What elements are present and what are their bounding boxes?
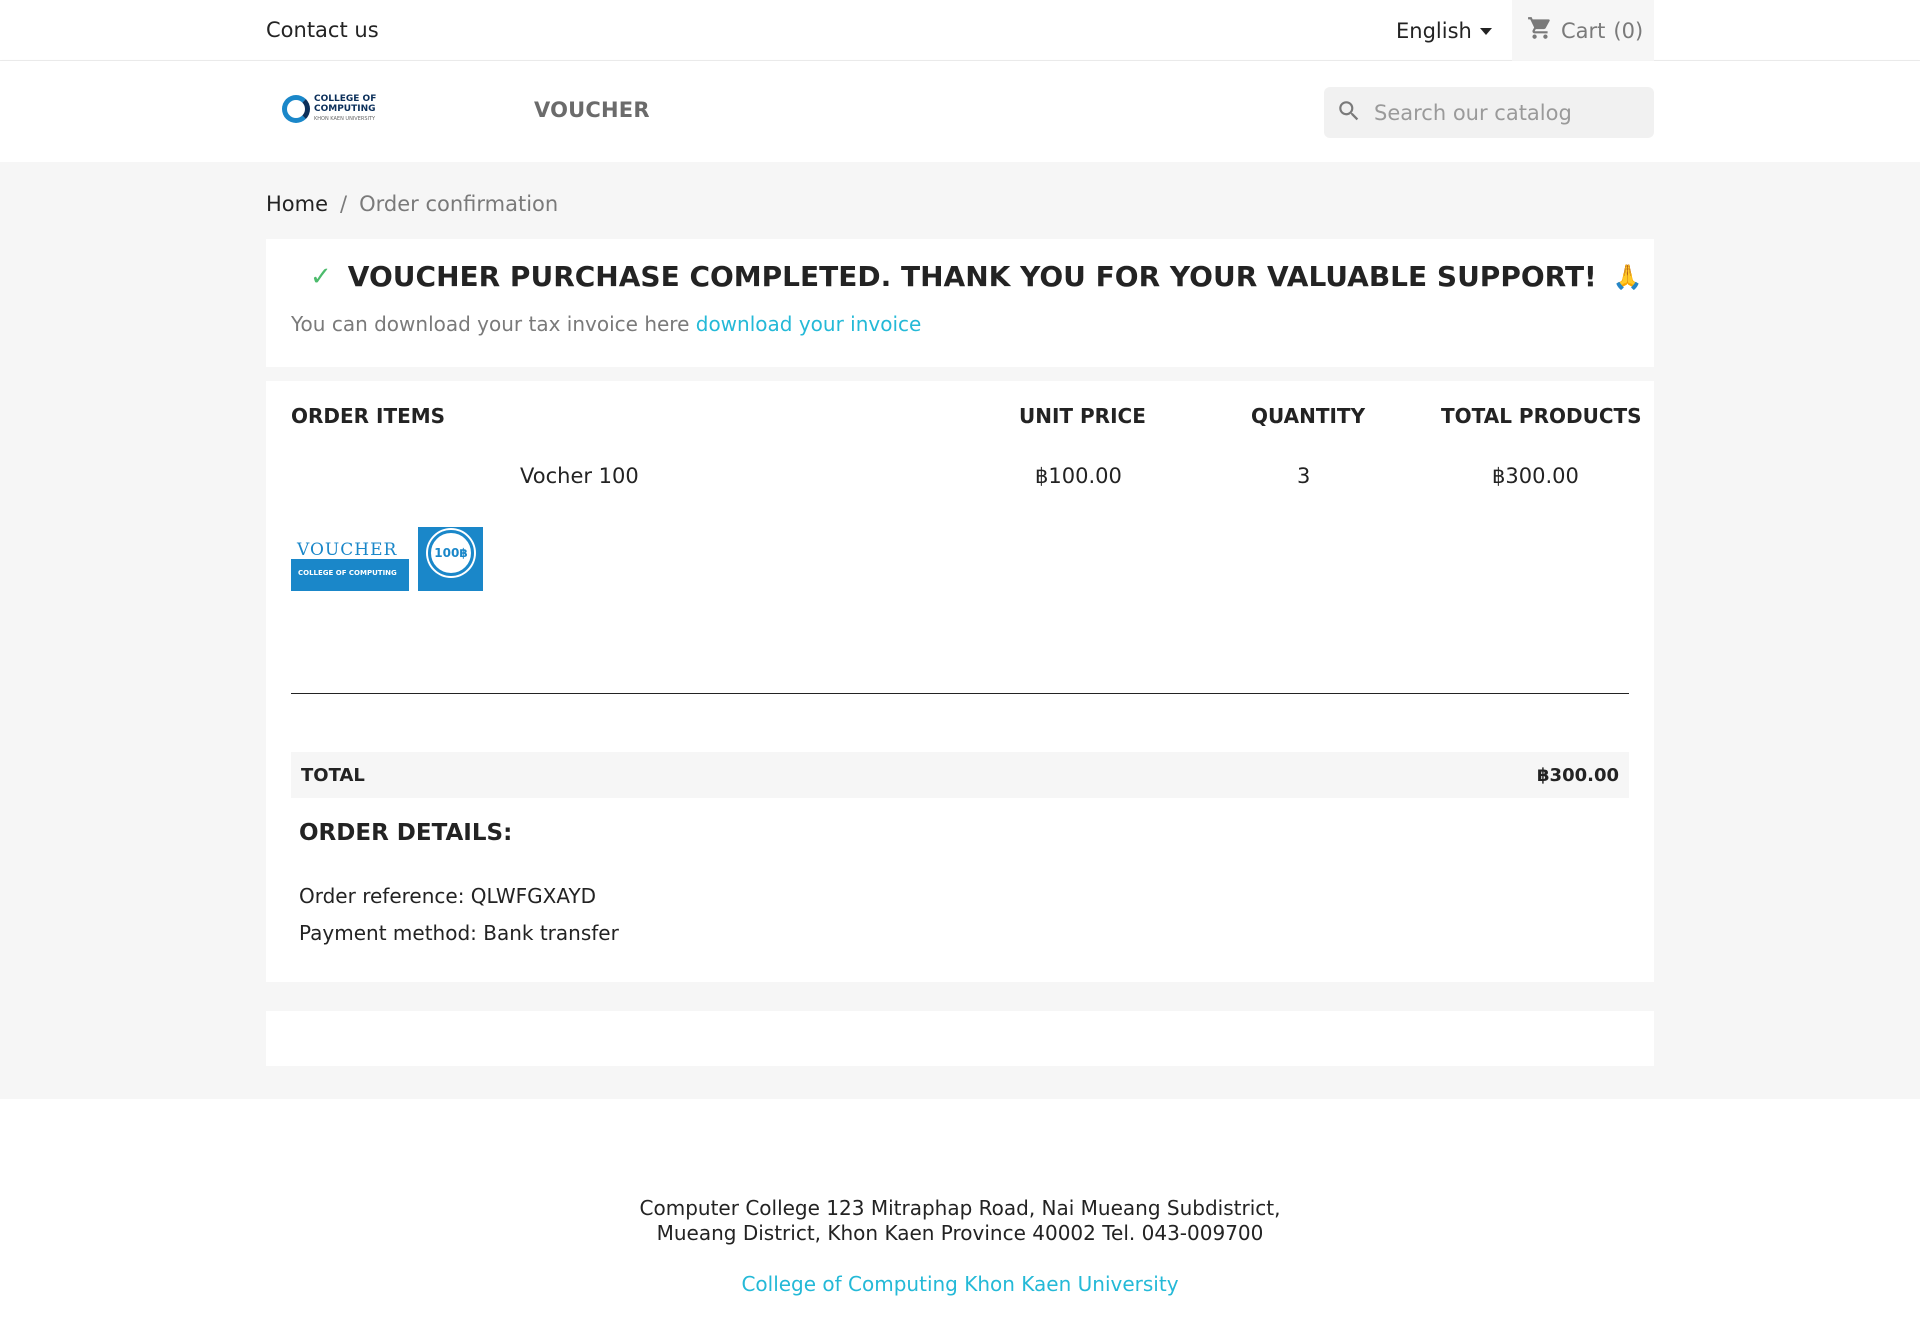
cart-label: Cart: [1561, 18, 1606, 43]
header-quantity: QUANTITY: [1251, 404, 1366, 428]
invoice-line: You can download your tax invoice here d…: [291, 312, 921, 336]
total-row: TOTAL ฿300.00: [291, 752, 1629, 798]
caret-down-icon: [1479, 27, 1492, 35]
header: COLLEGE OF COMPUTING KHON KAEN UNIVERSIT…: [0, 61, 1920, 162]
contact-us-link[interactable]: Contact us: [266, 18, 379, 42]
item-quantity: 3: [1297, 464, 1311, 488]
item-total: ฿300.00: [1492, 464, 1579, 488]
logo-sub: KHON KAEN UNIVERSITY: [314, 116, 376, 122]
menu-item-voucher[interactable]: VOUCHER: [534, 98, 650, 122]
footer-address: Computer College 123 Mitraphap Road, Nai…: [0, 1196, 1920, 1246]
confirmation-card: ✓ VOUCHER PURCHASE COMPLETED. THANK YOU …: [266, 239, 1654, 367]
address-line1: Computer College 123 Mitraphap Road, Nai…: [639, 1196, 1281, 1220]
divider: [291, 693, 1629, 694]
payment-method: Payment method: Bank transfer: [299, 921, 619, 945]
order-items-card: ORDER ITEMS UNIT PRICE QUANTITY TOTAL PR…: [266, 381, 1654, 982]
language-label: English: [1396, 19, 1472, 43]
search-box: [1324, 87, 1654, 138]
cart-button[interactable]: Cart (0): [1512, 0, 1654, 61]
logo-line1: COLLEGE OF: [314, 94, 377, 104]
download-invoice-link[interactable]: download your invoice: [696, 312, 922, 336]
total-label: TOTAL: [301, 764, 365, 786]
invoice-text: You can download your tax invoice here: [291, 312, 690, 336]
order-reference: Order reference: QLWFGXAYD: [299, 884, 597, 908]
top-nav: Contact us English Cart (0): [0, 0, 1920, 61]
breadcrumb-home[interactable]: Home: [266, 192, 328, 216]
confirmation-title: ✓ VOUCHER PURCHASE COMPLETED. THANK YOU …: [310, 260, 1643, 293]
breadcrumb-current: Order confirmation: [359, 192, 559, 216]
search-icon[interactable]: [1336, 98, 1362, 128]
voucher-card-image: VOUCHER COLLEGE OF COMPUTING: [291, 527, 409, 591]
order-details-title: ORDER DETAILS:: [299, 820, 513, 846]
item-name: Vocher 100: [520, 464, 639, 488]
main-content: Home / Order confirmation ✓ VOUCHER PURC…: [0, 162, 1920, 1099]
footer: Computer College 123 Mitraphap Road, Nai…: [0, 1099, 1920, 1320]
voucher-badge-value: 100฿: [428, 530, 474, 576]
logo-line2: COMPUTING: [314, 104, 376, 114]
voucher-college: COLLEGE OF COMPUTING: [298, 569, 397, 577]
item-unit-price: ฿100.00: [1035, 464, 1122, 488]
header-unit-price: UNIT PRICE: [1019, 404, 1146, 428]
search-input[interactable]: [1374, 100, 1644, 125]
site-logo[interactable]: COLLEGE OF COMPUTING KHON KAEN UNIVERSIT…: [282, 94, 376, 124]
footer-college-link[interactable]: College of Computing Khon Kaen Universit…: [0, 1272, 1920, 1296]
empty-card: [266, 1011, 1654, 1066]
product-image: VOUCHER COLLEGE OF COMPUTING 100฿: [291, 527, 483, 591]
total-value: ฿300.00: [1537, 764, 1619, 786]
language-selector[interactable]: English: [1396, 19, 1492, 43]
check-icon: ✓: [310, 261, 332, 292]
voucher-word: VOUCHER: [297, 540, 398, 560]
shopping-cart-icon: [1527, 15, 1553, 46]
address-line2: Mueang District, Khon Kaen Province 4000…: [656, 1221, 1264, 1245]
logo-mark-icon: [282, 95, 310, 123]
praying-hands-icon: 🙏: [1612, 262, 1643, 291]
voucher-badge-image: 100฿: [418, 527, 483, 591]
cart-count: (0): [1613, 18, 1644, 43]
breadcrumb: Home / Order confirmation: [266, 192, 558, 216]
header-order-items: ORDER ITEMS: [291, 404, 446, 428]
breadcrumb-separator: /: [340, 192, 348, 216]
confirmation-heading: VOUCHER PURCHASE COMPLETED. THANK YOU FO…: [347, 260, 1597, 293]
header-total-products: TOTAL PRODUCTS: [1441, 404, 1642, 428]
